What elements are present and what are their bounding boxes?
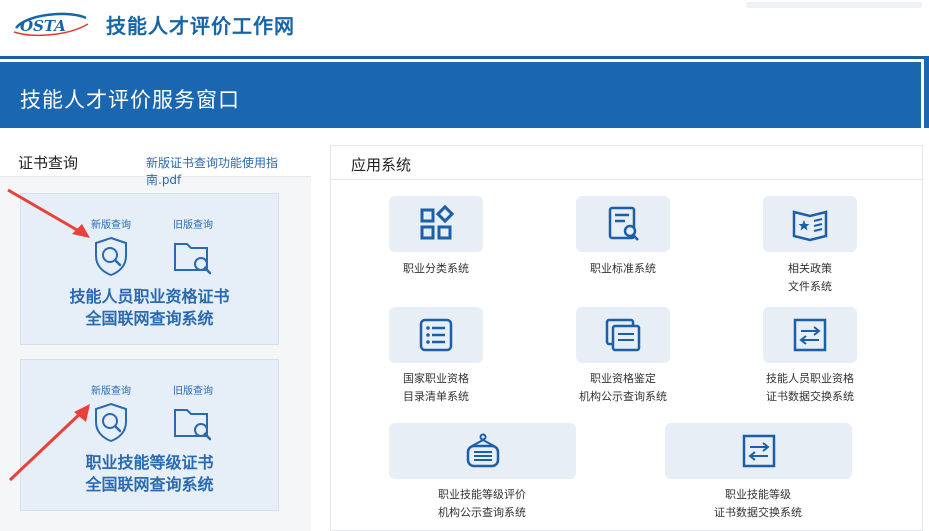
exchange-icon xyxy=(742,434,775,468)
app-label-line2: 证书数据交换系统 xyxy=(714,506,802,519)
app-occupation-classification[interactable] xyxy=(389,196,483,252)
document-search-icon xyxy=(608,206,639,241)
app-label[interactable]: 职业标准系统 xyxy=(563,260,683,278)
app-skill-level-institution-query[interactable] xyxy=(389,423,576,479)
app-label-line2: 文件系统 xyxy=(788,280,832,293)
app-skill-level-cert-exchange[interactable] xyxy=(665,423,852,479)
app-policy-documents[interactable] xyxy=(763,196,857,252)
banner-edge xyxy=(924,56,929,128)
applications-header: 应用系统 xyxy=(331,146,922,180)
app-label-line1: 相关政策 xyxy=(788,262,832,275)
app-label[interactable]: 职业技能等级 证书数据交换系统 xyxy=(685,486,831,522)
app-label-line1: 职业标准系统 xyxy=(590,262,656,275)
app-label[interactable]: 职业资格鉴定 机构公示查询系统 xyxy=(563,370,683,406)
osta-logo[interactable]: OSTA xyxy=(12,8,90,40)
old-query-label[interactable]: 旧版查询 xyxy=(173,382,213,397)
applications-title: 应用系统 xyxy=(351,156,412,174)
header-divider xyxy=(0,56,929,59)
shield-search-icon[interactable] xyxy=(93,236,129,276)
header-search-strip xyxy=(746,2,922,8)
card-title: 技能人员职业资格证书 全国联网查询系统 xyxy=(21,286,278,330)
old-query-label[interactable]: 旧版查询 xyxy=(173,216,213,231)
vocational-qualification-query-card[interactable]: 新版查询 旧版查询 技能人员职业资格证书 全国联网查询系统 xyxy=(20,193,279,345)
skill-level-query-card[interactable]: 新版查询 旧版查询 职业技能等级证书 全国联网查询系统 xyxy=(20,359,279,511)
app-label-line2: 机构公示查询系统 xyxy=(438,506,526,519)
app-label-line2: 证书数据交换系统 xyxy=(766,390,854,403)
folder-search-icon[interactable] xyxy=(173,238,213,276)
app-label[interactable]: 相关政策 文件系统 xyxy=(750,260,870,296)
site-title[interactable]: 技能人才评价工作网 xyxy=(106,10,295,39)
app-label[interactable]: 国家职业资格 目录清单系统 xyxy=(376,370,496,406)
card-title-line2: 全国联网查询系统 xyxy=(85,475,214,494)
app-national-qualification-list[interactable] xyxy=(389,307,483,363)
app-label-line2: 目录清单系统 xyxy=(403,390,469,403)
app-label-line2: 机构公示查询系统 xyxy=(579,390,667,403)
stacked-docs-icon xyxy=(605,318,641,352)
app-qualification-cert-exchange[interactable] xyxy=(763,307,857,363)
app-label-line1: 职业技能等级评价 xyxy=(438,488,526,501)
app-label-line1: 职业资格鉴定 xyxy=(590,372,656,385)
new-query-label[interactable]: 新版查询 xyxy=(91,216,131,231)
page: OSTA 技能人才评价工作网 技能人才评价服务窗口 证书查询 新版证书查询功能使… xyxy=(0,0,929,531)
app-label-line1: 职业技能等级 xyxy=(725,488,791,501)
banner-title: 技能人才评价服务窗口 xyxy=(20,88,240,112)
logo-text: OSTA xyxy=(20,17,66,35)
policy-book-icon xyxy=(792,210,828,242)
app-label-line1: 国家职业资格 xyxy=(403,372,469,385)
grid-diamond-icon xyxy=(420,204,455,240)
certificate-query-panel: 证书查询 新版证书查询功能使用指南.pdf 新版查询 旧版查询 技能人员职业资格… xyxy=(0,145,311,531)
certificate-query-title: 证书查询 xyxy=(18,154,79,172)
list-icon xyxy=(419,318,453,352)
app-qualification-institution-query[interactable] xyxy=(576,307,670,363)
app-occupation-standard[interactable] xyxy=(576,196,670,252)
notice-board-icon xyxy=(466,433,499,468)
query-guide-link[interactable]: 新版证书查询功能使用指南.pdf xyxy=(146,154,311,188)
folder-search-icon[interactable] xyxy=(173,404,213,442)
certificate-query-header: 证书查询 新版证书查询功能使用指南.pdf xyxy=(0,145,311,187)
card-title-line1: 职业技能等级证书 xyxy=(85,453,214,472)
service-banner: 技能人才评价服务窗口 xyxy=(0,62,921,128)
card-title-line1: 技能人员职业资格证书 xyxy=(69,287,230,306)
card-title-line2: 全国联网查询系统 xyxy=(85,309,214,328)
app-label-line1: 职业分类系统 xyxy=(403,262,469,275)
app-label[interactable]: 职业技能等级评价 机构公示查询系统 xyxy=(409,486,555,522)
new-query-label[interactable]: 新版查询 xyxy=(91,382,131,397)
app-label-line1: 技能人员职业资格 xyxy=(766,372,854,385)
applications-panel: 应用系统 职业分类系统 职业标准系统 相关政策 文件系统 国家职业资格 目录清单… xyxy=(330,145,923,531)
exchange-icon xyxy=(793,318,827,352)
app-label[interactable]: 技能人员职业资格 证书数据交换系统 xyxy=(743,370,877,406)
app-label[interactable]: 职业分类系统 xyxy=(376,260,496,278)
shield-search-icon[interactable] xyxy=(93,402,129,442)
site-header: OSTA 技能人才评价工作网 xyxy=(0,0,929,56)
card-title: 职业技能等级证书 全国联网查询系统 xyxy=(21,452,278,496)
